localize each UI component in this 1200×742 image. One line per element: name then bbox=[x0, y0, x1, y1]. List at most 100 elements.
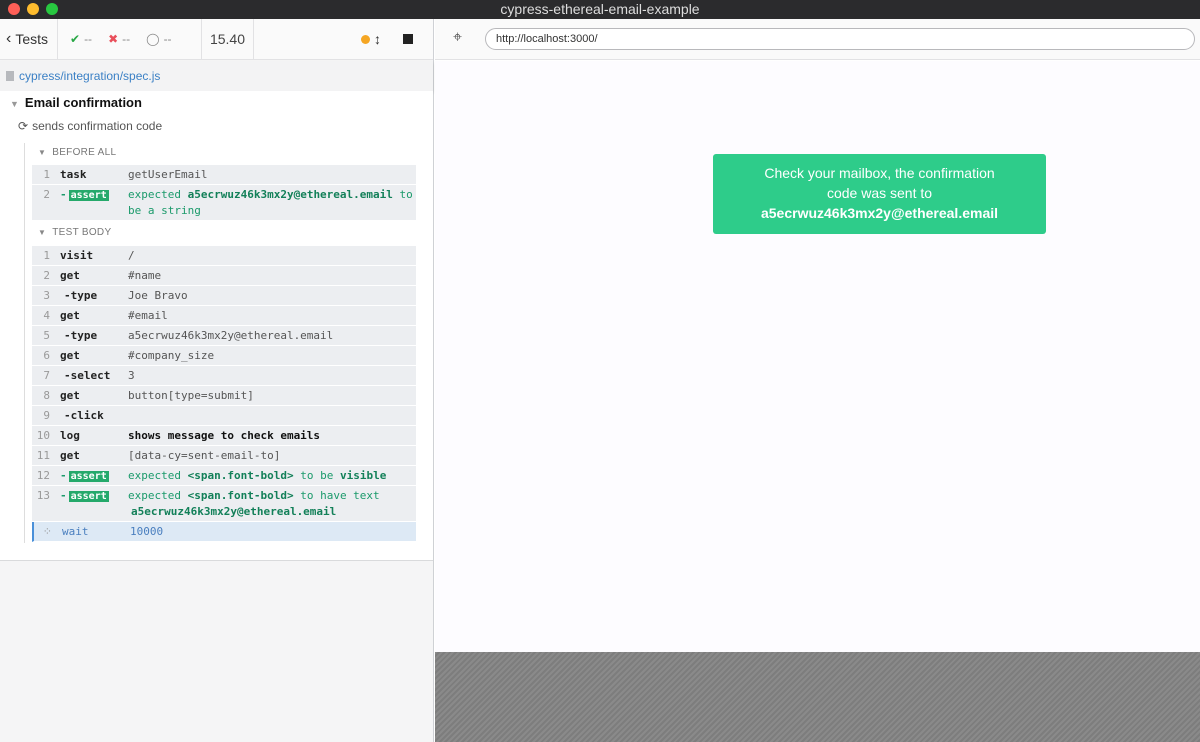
file-icon bbox=[6, 71, 14, 81]
command-row[interactable]: 3 -type Joe Bravo bbox=[32, 286, 416, 306]
failed-stat: ✖ -- bbox=[108, 32, 130, 46]
command-message: expected <span.font-bold> to be visible bbox=[128, 466, 386, 486]
command-row[interactable]: 5 -type a5ecrwuz46k3mx2y@ethereal.email bbox=[32, 326, 416, 346]
command-row[interactable]: 1 task getUserEmail bbox=[32, 165, 416, 185]
caret-down-icon: ▼ bbox=[38, 148, 47, 157]
command-row[interactable]: 4 get #email bbox=[32, 306, 416, 326]
assert-badge: assert bbox=[68, 491, 109, 502]
command-message: getUserEmail bbox=[128, 168, 208, 181]
message-bold: a5ecrwuz46k3mx2y@ethereal.email bbox=[187, 188, 393, 201]
command-row[interactable]: 9 -click bbox=[32, 406, 416, 426]
command-number: 2 bbox=[43, 269, 50, 282]
confirmation-line1: Check your mailbox, the confirmation bbox=[764, 165, 995, 181]
command-name: get bbox=[60, 449, 80, 462]
app-preview: ⌖ http://localhost:3000/ Check your mail… bbox=[435, 19, 1200, 742]
url-bar: ⌖ http://localhost:3000/ bbox=[435, 19, 1200, 60]
command-name: get bbox=[60, 349, 80, 362]
command-row[interactable]: 12 - assert expected <span.font-bold> to … bbox=[32, 466, 416, 486]
zoom-window-button[interactable] bbox=[46, 3, 58, 15]
crosshair-icon[interactable]: ⌖ bbox=[453, 30, 469, 46]
command-number: 8 bbox=[43, 389, 50, 402]
command-number: 3 bbox=[43, 289, 50, 302]
reporter-header: ‹ Tests ✔ -- ✖ -- ◯ -- 15.40 ↕ bbox=[0, 18, 433, 60]
suite-title-text: Email confirmation bbox=[24, 95, 142, 110]
command-name: -type bbox=[64, 329, 98, 342]
stop-icon[interactable] bbox=[403, 34, 413, 44]
assert-badge: assert bbox=[68, 471, 109, 482]
command-number: 5 bbox=[43, 329, 50, 342]
aut-iframe: Check your mailbox, the confirmation cod… bbox=[435, 61, 1200, 652]
confirmation-message: Check your mailbox, the confirmation cod… bbox=[713, 154, 1046, 234]
close-window-button[interactable] bbox=[8, 3, 20, 15]
url-input[interactable]: http://localhost:3000/ bbox=[485, 28, 1195, 50]
duration: 15.40 bbox=[202, 18, 254, 60]
command-message-line2: a5ecrwuz46k3mx2y@ethereal.email bbox=[131, 505, 337, 518]
pending-stat: ◯ -- bbox=[146, 32, 171, 46]
command-number: 1 bbox=[43, 168, 50, 181]
command-message: #name bbox=[128, 269, 162, 282]
command-name: get bbox=[60, 389, 80, 402]
hook-before-all[interactable]: ▼ BEFORE ALL bbox=[38, 147, 116, 158]
command-message-line2: be a string bbox=[128, 204, 201, 217]
hook-test-body-label: TEST BODY bbox=[52, 227, 112, 238]
confirmation-line2: code was sent to bbox=[826, 185, 933, 201]
spec-file-link[interactable]: cypress/integration/spec.js bbox=[19, 69, 160, 83]
running-dot-icon bbox=[361, 35, 370, 44]
command-row[interactable]: 6 get #company_size bbox=[32, 346, 416, 366]
command-row-pending[interactable]: ⁘ wait 10000 bbox=[32, 522, 416, 542]
command-message: [data-cy=sent-email-to] bbox=[128, 449, 281, 462]
failed-count: -- bbox=[122, 32, 131, 46]
test-title[interactable]: ⟳ sends confirmation code bbox=[18, 119, 162, 133]
command-row[interactable]: 13 - assert expected <span.font-bold> to … bbox=[32, 486, 416, 522]
command-number: 6 bbox=[43, 349, 50, 362]
message-prefix: expected bbox=[128, 469, 181, 482]
command-row[interactable]: 10 log shows message to check emails bbox=[32, 426, 416, 446]
command-number: 10 bbox=[36, 429, 50, 442]
window-titlebar: cypress-ethereal-email-example bbox=[0, 0, 1200, 19]
message-bold2: visible bbox=[339, 469, 387, 482]
command-number: 7 bbox=[43, 369, 50, 382]
command-message: 10000 bbox=[130, 525, 164, 538]
command-name: wait bbox=[62, 525, 89, 538]
command-row[interactable]: 11 get [data-cy=sent-email-to] bbox=[32, 446, 416, 466]
minimize-window-button[interactable] bbox=[27, 3, 39, 15]
command-row[interactable]: 7 -select 3 bbox=[32, 366, 416, 386]
command-row[interactable]: 8 get button[type=submit] bbox=[32, 386, 416, 406]
window-title: cypress-ethereal-email-example bbox=[500, 1, 700, 17]
x-icon: ✖ bbox=[108, 32, 119, 46]
message-prefix: expected bbox=[128, 489, 181, 502]
passed-stat: ✔ -- bbox=[70, 32, 92, 46]
message-bold: <span.font-bold> bbox=[187, 469, 294, 482]
reporter-panel: ‹ Tests ✔ -- ✖ -- ◯ -- 15.40 ↕ cypress/inte… bbox=[0, 18, 434, 742]
spinner-icon: ⁘ bbox=[42, 525, 52, 538]
command-message: shows message to check emails bbox=[128, 429, 321, 442]
message-suffix: to bbox=[399, 188, 413, 201]
run-controls: ↕ bbox=[254, 19, 433, 60]
command-number: 4 bbox=[43, 309, 50, 322]
passed-count: -- bbox=[84, 32, 93, 46]
command-name: get bbox=[60, 309, 80, 322]
command-name: - assert bbox=[60, 489, 109, 502]
command-row[interactable]: 2 get #name bbox=[32, 266, 416, 286]
command-number: 9 bbox=[43, 409, 50, 422]
command-name: log bbox=[60, 429, 80, 442]
message-bold: <span.font-bold> bbox=[187, 489, 294, 502]
check-icon: ✔ bbox=[70, 32, 81, 46]
command-message: button[type=submit] bbox=[128, 389, 254, 402]
viewport-background bbox=[435, 652, 1200, 742]
command-number: 11 bbox=[36, 449, 50, 462]
message-prefix: expected bbox=[128, 188, 181, 201]
command-name: - assert bbox=[60, 469, 109, 482]
hook-test-body[interactable]: ▼ TEST BODY bbox=[38, 227, 111, 238]
command-name: - assert bbox=[60, 188, 109, 201]
suite-title[interactable]: ▼ Email confirmation bbox=[10, 95, 142, 110]
tests-button[interactable]: ‹ Tests bbox=[0, 18, 58, 60]
command-message: #company_size bbox=[128, 349, 215, 362]
runnables-list: ▼ Email confirmation ⟳ sends confirmation … bbox=[0, 91, 433, 561]
caret-down-icon: ▼ bbox=[38, 228, 47, 237]
test-body-commands: 1 visit / 2 get #name 3 -type Joe Bravo 4 get #e… bbox=[32, 246, 416, 542]
command-row[interactable]: 2 - assert expected a5ecrwuz46k3mx2y@ethe… bbox=[32, 185, 416, 221]
tests-button-label: Tests bbox=[15, 31, 49, 47]
command-row[interactable]: 1 visit / bbox=[32, 246, 416, 266]
auto-scroll-toggle[interactable]: ↕ bbox=[361, 31, 381, 47]
